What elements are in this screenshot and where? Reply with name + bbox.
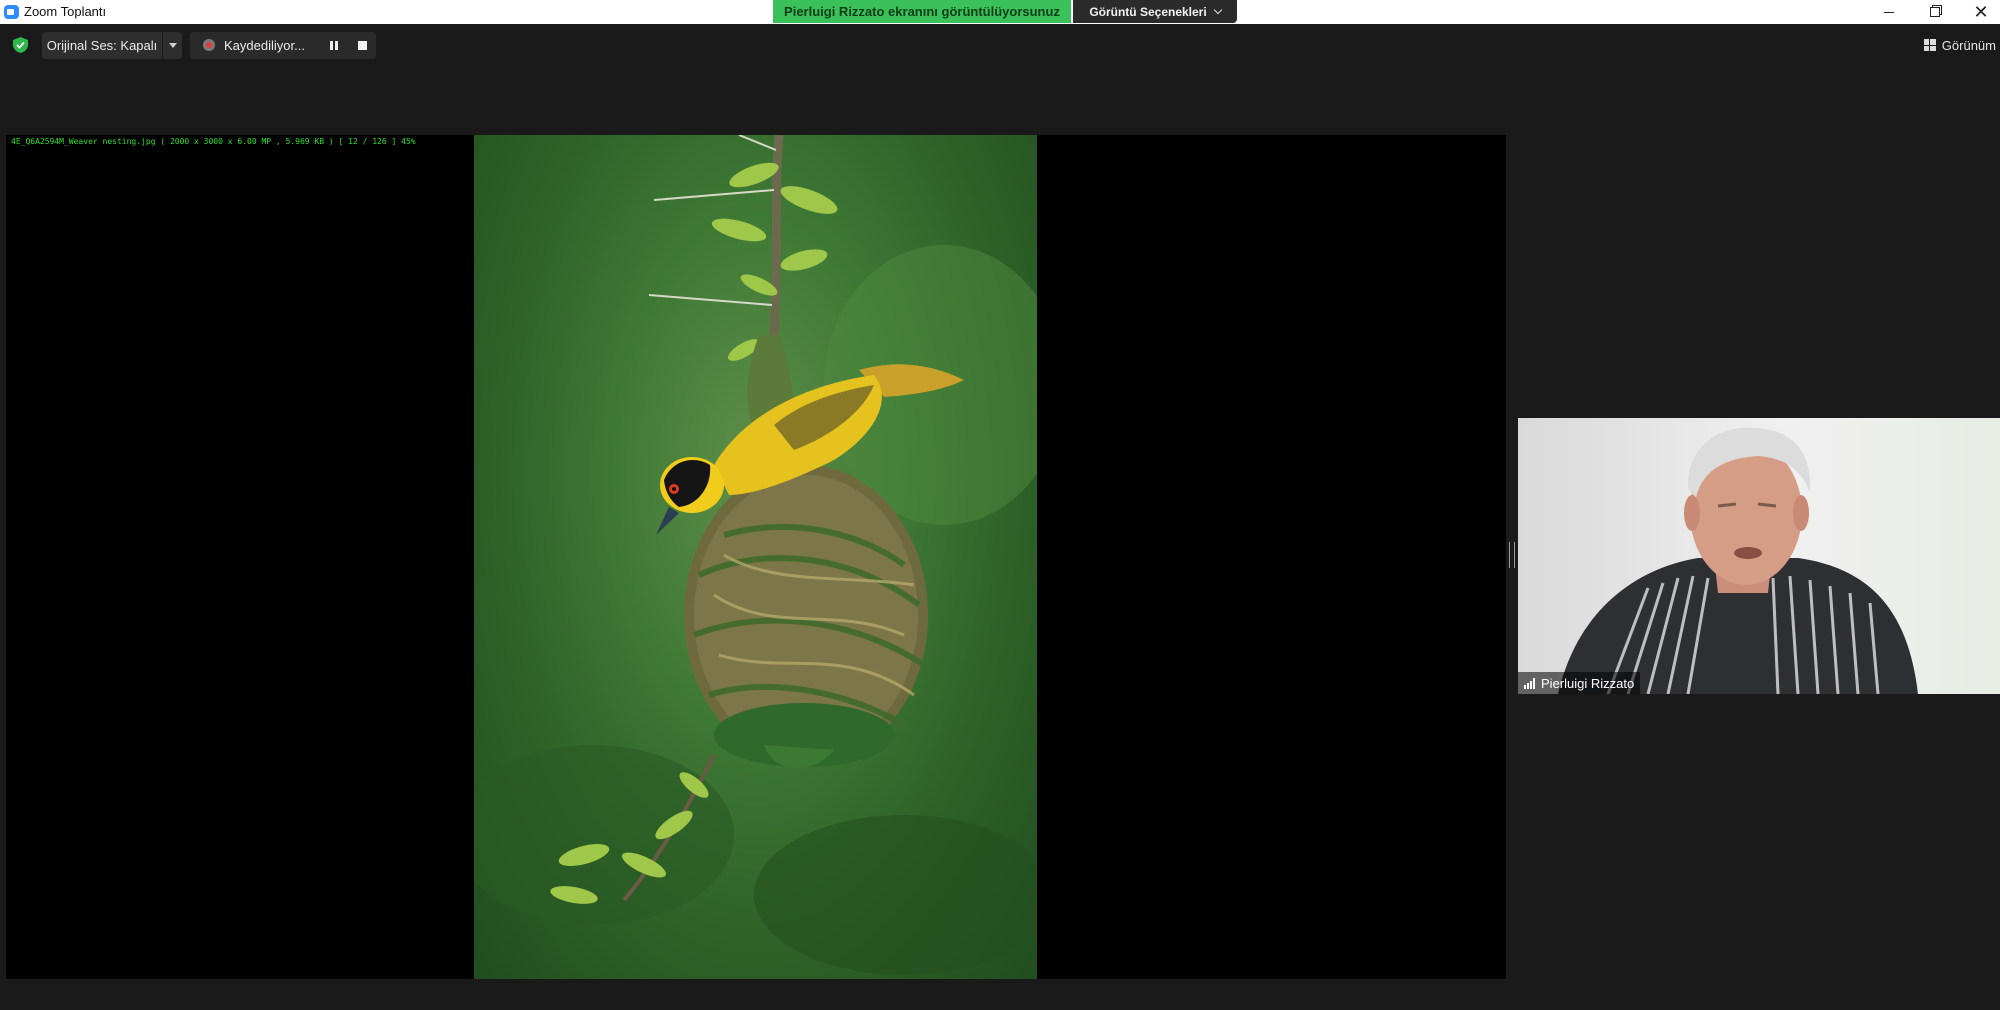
shared-photo bbox=[474, 135, 1037, 979]
screen-share-banner: Pierluigi Rizzato ekranını görüntülüyors… bbox=[773, 0, 1071, 23]
chevron-down-icon bbox=[1213, 5, 1222, 15]
panel-resize-handle[interactable] bbox=[1509, 542, 1515, 568]
participant-video bbox=[1558, 427, 1918, 694]
stop-recording-icon[interactable] bbox=[358, 41, 367, 50]
participant-name-bar: Pierluigi Rizzato bbox=[1518, 672, 1641, 694]
original-audio-dropdown[interactable] bbox=[162, 32, 182, 59]
participant-name: Pierluigi Rizzato bbox=[1541, 675, 1635, 691]
minimize-icon[interactable] bbox=[1866, 0, 1912, 24]
image-file-info: 4E_Q6A2594M_Weaver nesting.jpg ( 2000 x … bbox=[11, 137, 416, 146]
participant-video-tile[interactable]: Pierluigi Rizzato bbox=[1518, 418, 2000, 694]
view-options-button[interactable]: Görüntü Seçenekleri bbox=[1073, 0, 1237, 23]
zoom-app-icon bbox=[4, 5, 19, 19]
grid-view-icon bbox=[1923, 39, 1936, 51]
caret-down-icon bbox=[168, 43, 177, 48]
view-label: Görünüm bbox=[1941, 37, 1996, 53]
view-options-label: Görüntü Seçenekleri bbox=[1089, 4, 1207, 19]
restore-icon[interactable] bbox=[1912, 0, 1958, 24]
original-audio-button[interactable]: Orijinal Ses: Kapalı bbox=[42, 32, 162, 59]
weaver-bird-nest-illustration bbox=[474, 135, 1037, 975]
original-audio-label: Orijinal Ses: Kapalı bbox=[46, 38, 158, 53]
pause-recording-icon[interactable] bbox=[330, 41, 338, 50]
window-title: Zoom Toplantı bbox=[24, 4, 107, 19]
record-icon bbox=[203, 39, 215, 51]
close-icon[interactable]: ✕ bbox=[1958, 0, 2000, 24]
recording-label: Kaydediliyor... bbox=[224, 38, 305, 53]
encryption-shield-icon[interactable] bbox=[13, 37, 28, 53]
signal-strength-icon bbox=[1524, 677, 1535, 689]
view-button[interactable]: Görünüm bbox=[1923, 34, 1996, 56]
recording-indicator: Kaydediliyor... bbox=[190, 32, 376, 59]
shared-screen: 4E_Q6A2594M_Weaver nesting.jpg ( 2000 x … bbox=[6, 135, 1506, 979]
